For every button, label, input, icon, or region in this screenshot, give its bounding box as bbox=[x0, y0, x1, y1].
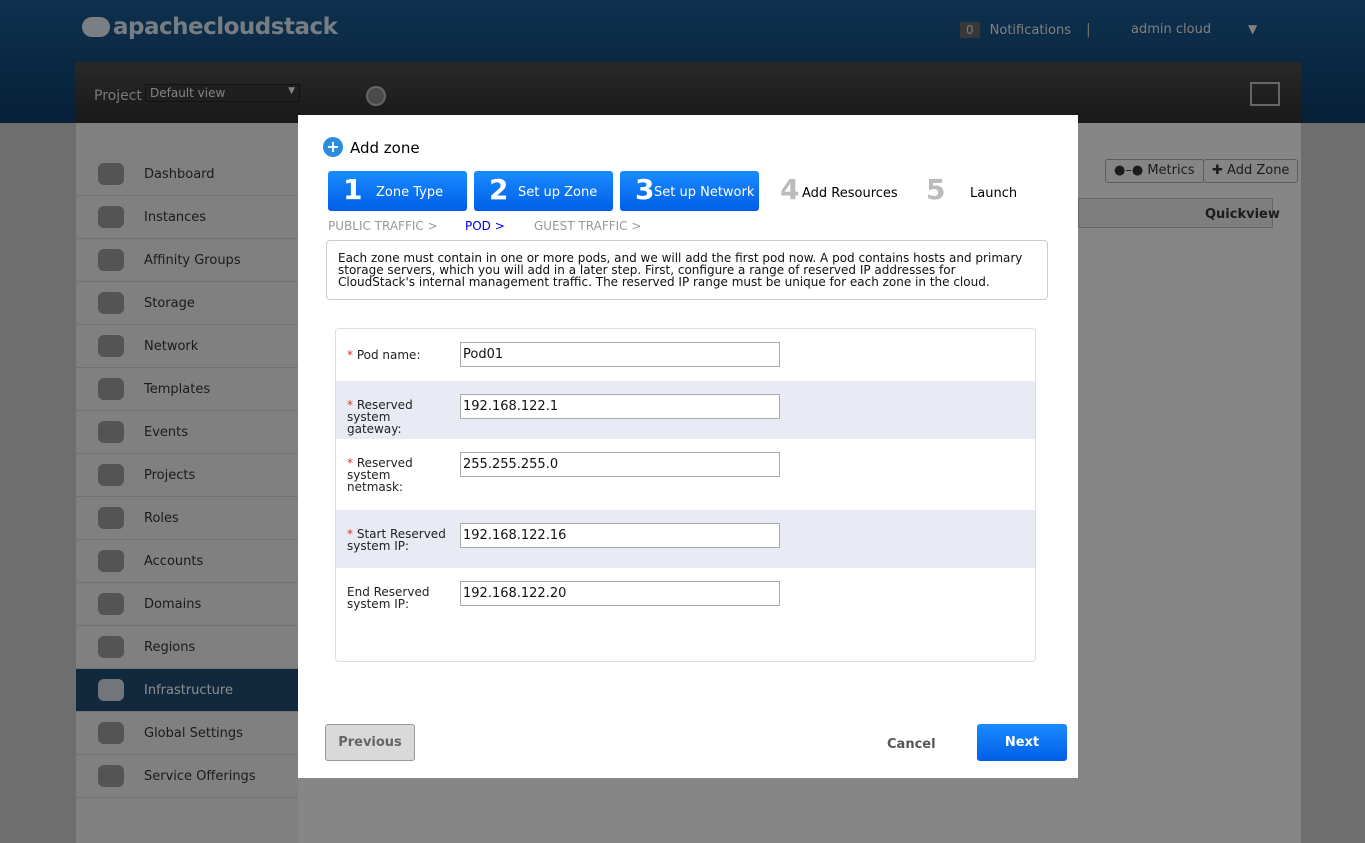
step-set-up-zone: 2 Set up Zone bbox=[474, 171, 613, 211]
step-description: Each zone must contain in one or more po… bbox=[326, 240, 1048, 300]
step-label: Set up Network bbox=[654, 185, 755, 200]
step-number: 3 bbox=[635, 173, 655, 206]
field-label-text: Reserved system netmask: bbox=[347, 456, 413, 494]
next-button[interactable]: Next bbox=[977, 724, 1067, 761]
form-row-start-ip: * Start Reserved system IP: bbox=[336, 510, 1035, 568]
pod-name-input[interactable] bbox=[460, 342, 780, 367]
start-ip-input[interactable] bbox=[460, 523, 780, 548]
pod-form: * Pod name: * Reserved system gateway: *… bbox=[335, 328, 1036, 662]
field-label: End Reserved system IP: bbox=[347, 586, 437, 610]
field-label: * Reserved system netmask: bbox=[347, 457, 417, 493]
dialog-title: Add zone bbox=[350, 139, 420, 157]
required-mark: * bbox=[347, 348, 353, 362]
step-number: 5 bbox=[926, 173, 946, 206]
step-number: 1 bbox=[343, 173, 363, 206]
form-row-netmask: * Reserved system netmask: bbox=[336, 439, 1035, 510]
form-row-gateway: * Reserved system gateway: bbox=[336, 381, 1035, 439]
previous-button[interactable]: Previous bbox=[325, 724, 415, 761]
step-label: Zone Type bbox=[376, 185, 444, 200]
cancel-button[interactable]: Cancel bbox=[887, 737, 936, 752]
form-row-end-ip: End Reserved system IP: bbox=[336, 568, 1035, 661]
field-label-text: End Reserved system IP: bbox=[347, 585, 430, 611]
substep-public-traffic: PUBLIC TRAFFIC > bbox=[328, 219, 438, 233]
add-circle-icon: + bbox=[323, 137, 343, 157]
substep-guest-traffic: GUEST TRAFFIC > bbox=[534, 219, 642, 233]
substep-pod: POD > bbox=[465, 219, 505, 233]
add-zone-dialog: + Add zone 1 Zone Type 2 Set up Zone 3 Set … bbox=[298, 115, 1078, 778]
step-zone-type: 1 Zone Type bbox=[328, 171, 467, 211]
reserved-netmask-input[interactable] bbox=[460, 452, 780, 477]
form-row-pod-name: * Pod name: bbox=[336, 329, 1035, 381]
step-label: Launch bbox=[970, 186, 1018, 201]
step-label: Set up Zone bbox=[518, 185, 598, 200]
step-number: 4 bbox=[780, 173, 800, 206]
field-label-text: Start Reserved system IP: bbox=[347, 527, 446, 553]
step-number: 2 bbox=[489, 173, 509, 206]
end-ip-input[interactable] bbox=[460, 581, 780, 606]
field-label: * Pod name: bbox=[347, 349, 457, 361]
step-label: Add Resources bbox=[802, 186, 898, 201]
field-label: * Reserved system gateway: bbox=[347, 399, 447, 435]
field-label: * Start Reserved system IP: bbox=[347, 528, 457, 552]
field-label-text: Reserved system gateway: bbox=[347, 398, 413, 436]
step-set-up-network: 3 Set up Network bbox=[620, 171, 759, 211]
reserved-gateway-input[interactable] bbox=[460, 394, 780, 419]
field-label-text: Pod name: bbox=[356, 348, 421, 362]
